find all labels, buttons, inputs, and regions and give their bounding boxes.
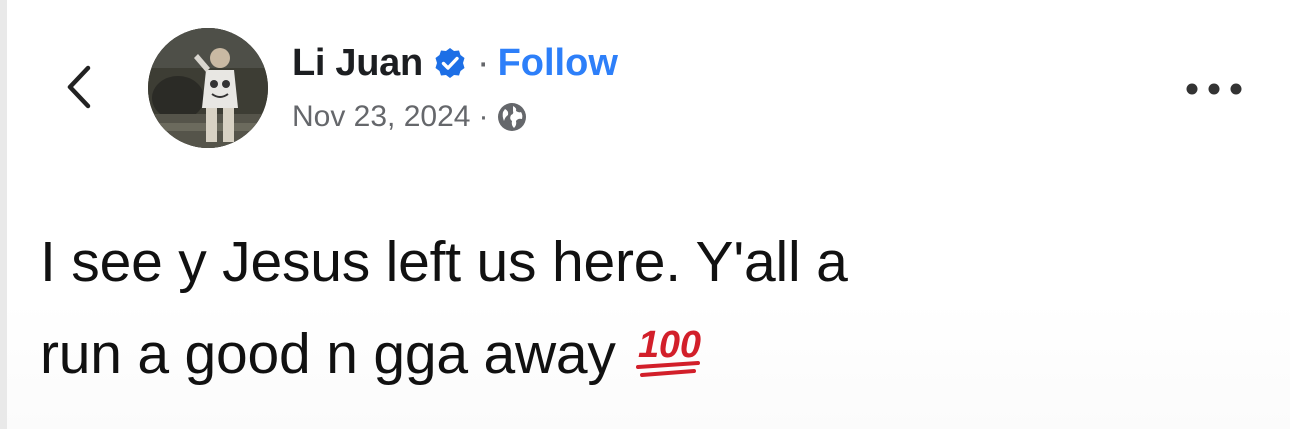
author-name[interactable]: Li Juan bbox=[292, 42, 423, 85]
hundred-emoji-text: 100 bbox=[638, 324, 701, 366]
post-meta-row: Nov 23, 2024 · bbox=[292, 94, 618, 140]
post-text: I see y Jesus left us here. Y'all a run … bbox=[40, 216, 1270, 400]
left-border bbox=[0, 0, 7, 429]
globe-icon bbox=[496, 101, 528, 133]
post-header: Li Juan · Follow Nov 23, 2024 · bbox=[292, 38, 618, 140]
avatar[interactable] bbox=[148, 28, 268, 148]
verified-badge-icon bbox=[433, 46, 467, 80]
chevron-left-icon bbox=[67, 65, 91, 109]
follow-button[interactable]: Follow bbox=[498, 42, 618, 85]
more-options-button[interactable] bbox=[1183, 78, 1245, 100]
post-date[interactable]: Nov 23, 2024 bbox=[292, 100, 470, 134]
post-container: Li Juan · Follow Nov 23, 2024 · I see y … bbox=[0, 0, 1290, 429]
post-text-line-2-content: run a good n gga away bbox=[40, 322, 616, 386]
author-row: Li Juan · Follow bbox=[292, 38, 618, 88]
meta-separator: · bbox=[478, 100, 489, 133]
back-button[interactable] bbox=[60, 62, 100, 112]
avatar-photo bbox=[148, 28, 268, 148]
post-text-line-2: run a good n gga away 100 bbox=[40, 308, 1270, 400]
more-options-icon bbox=[1186, 83, 1242, 95]
hundred-points-emoji: 100 bbox=[634, 317, 714, 387]
post-text-line-1: I see y Jesus left us here. Y'all a bbox=[40, 230, 848, 294]
name-separator: · bbox=[476, 41, 490, 84]
